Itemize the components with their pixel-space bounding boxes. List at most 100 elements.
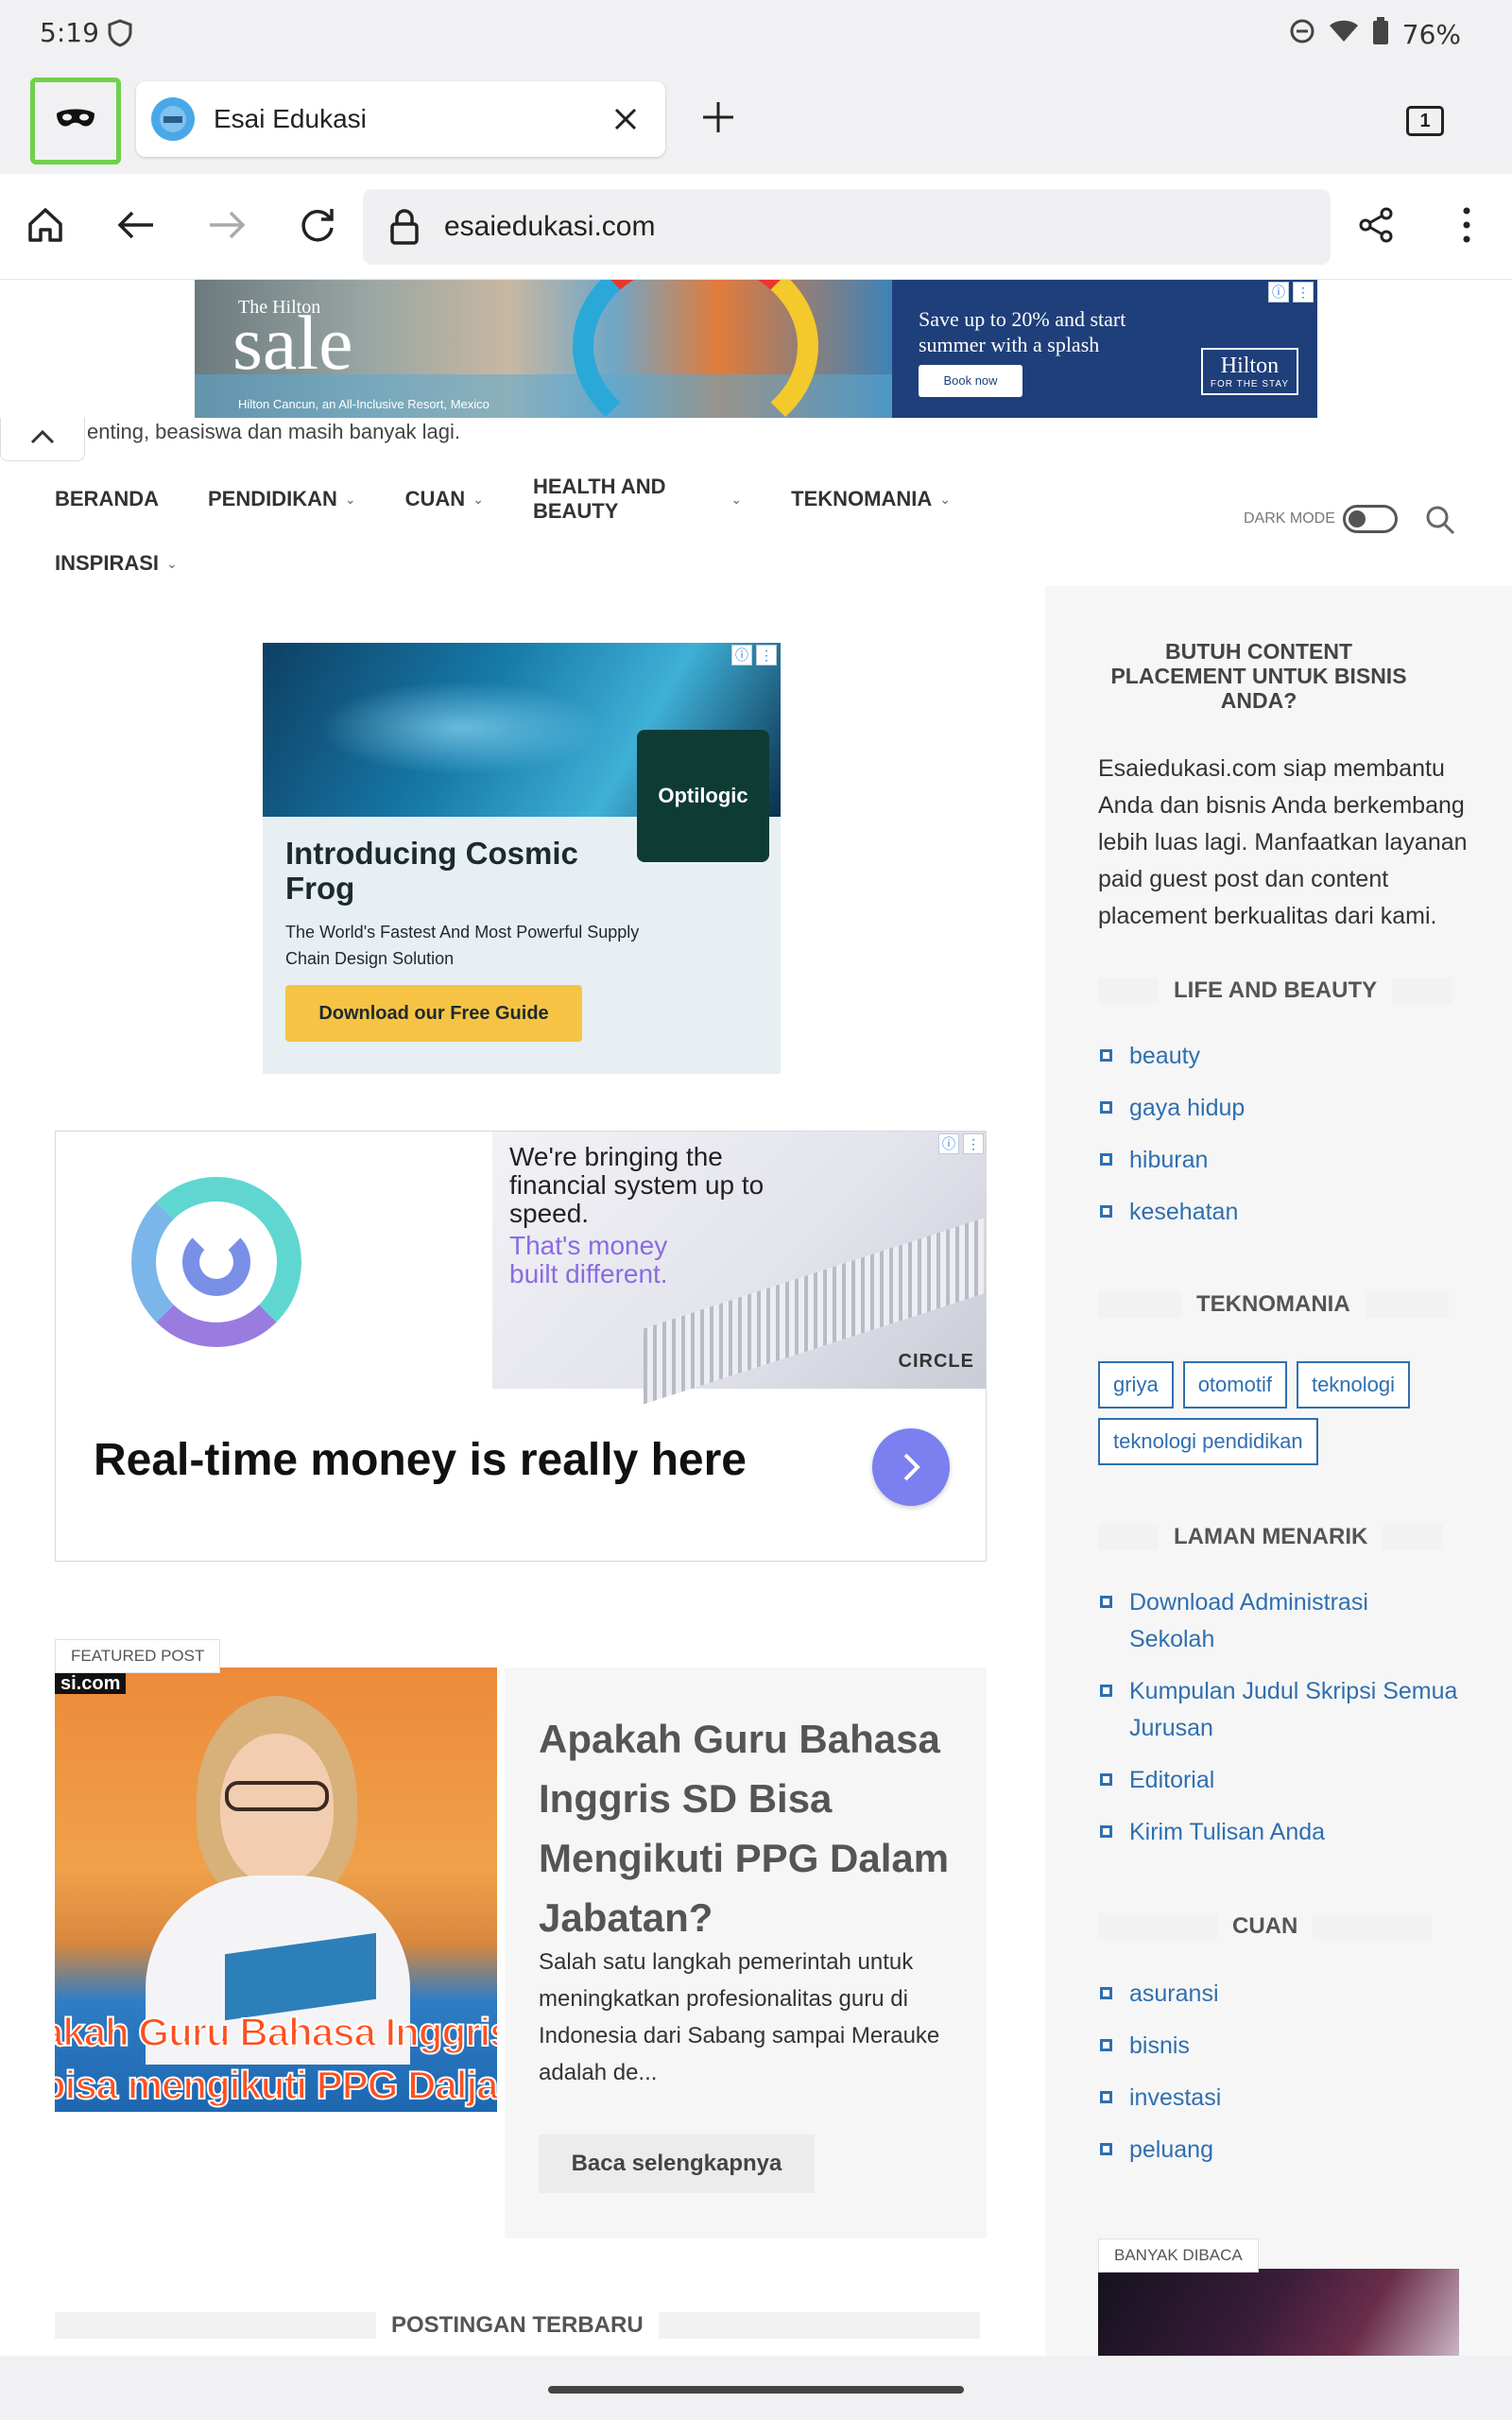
site-favicon-icon bbox=[151, 97, 195, 141]
ad-menu-icon[interactable]: ⋮ bbox=[756, 645, 777, 666]
ad-frog-headline: Introducing Cosmic Frog bbox=[285, 836, 578, 906]
main-navigation: BERANDA PENDIDIKAN ⌄ CUAN ⌄ HEALTH AND BEAUTY… bbox=[55, 467, 1000, 596]
sidebar-link[interactable]: Editorial bbox=[1100, 1762, 1459, 1799]
download-guide-button[interactable]: Download our Free Guide bbox=[285, 985, 582, 1042]
info-icon[interactable]: ⓘ bbox=[938, 1133, 959, 1154]
square-bullet-icon bbox=[1100, 2143, 1112, 2155]
ad-circle-copy: We're bringing the financial system up t… bbox=[509, 1142, 765, 1228]
featured-title[interactable]: Apakah Guru Bahasa Inggris SD Bisa Mengi… bbox=[539, 1709, 954, 1947]
info-icon[interactable]: ⓘ bbox=[731, 645, 752, 666]
menu-button[interactable] bbox=[1438, 199, 1495, 255]
cuan-title: CUAN bbox=[1232, 1913, 1298, 1939]
hilton-banner-ad[interactable]: The Hilton sale Hilton Cancun, an All-In… bbox=[195, 280, 1317, 418]
optilogic-ad[interactable]: Optilogic Introducing Cosmic Frog The Wo… bbox=[263, 643, 781, 1074]
nav-item-label: BERANDA bbox=[55, 487, 159, 510]
sidebar-link[interactable]: beauty bbox=[1100, 1038, 1459, 1075]
chevron-up-icon bbox=[29, 429, 56, 449]
info-icon[interactable]: ⓘ bbox=[1268, 282, 1289, 302]
nav-item[interactable]: TEKNOMANIA ⌄ bbox=[791, 487, 951, 511]
square-bullet-icon bbox=[1100, 1205, 1112, 1218]
private-mode-button[interactable] bbox=[30, 78, 121, 164]
ad-choices[interactable]: ⓘ ⋮ bbox=[938, 1133, 984, 1154]
chevron-down-icon: ⌄ bbox=[166, 555, 178, 571]
ad-go-button[interactable] bbox=[872, 1428, 950, 1506]
teknomania-title: TEKNOMANIA bbox=[1196, 1291, 1350, 1317]
private-mask-icon bbox=[55, 108, 96, 135]
sidebar-link[interactable]: gaya hidup bbox=[1100, 1090, 1459, 1127]
sidebar-link[interactable]: bisnis bbox=[1100, 2028, 1459, 2065]
featured-thumbnail[interactable]: si.com akah Guru Bahasa Inggris bisa men… bbox=[55, 1668, 497, 2112]
sidebar-link[interactable]: Kirim Tulisan Anda bbox=[1100, 1814, 1459, 1851]
sidebar-link-label: kesehatan bbox=[1129, 1199, 1239, 1225]
nav-item[interactable]: INSPIRASI ⌄ bbox=[55, 551, 178, 576]
battery-percent: 76% bbox=[1401, 19, 1461, 50]
address-bar[interactable]: esaiedukasi.com bbox=[363, 189, 1331, 265]
share-button[interactable] bbox=[1348, 199, 1404, 255]
tag-chip[interactable]: teknologi bbox=[1296, 1361, 1411, 1409]
teknomania-heading: TEKNOMANIA bbox=[1098, 1291, 1449, 1318]
ad-menu-icon[interactable]: ⋮ bbox=[963, 1133, 984, 1154]
plus-icon bbox=[701, 100, 735, 139]
search-icon bbox=[1425, 505, 1455, 540]
search-button[interactable] bbox=[1421, 503, 1459, 541]
sidebar-link[interactable]: Download Administrasi Sekolah bbox=[1100, 1584, 1459, 1658]
book-now-button[interactable]: Book now bbox=[919, 365, 1022, 397]
square-bullet-icon bbox=[1100, 1773, 1112, 1786]
close-tab-icon[interactable] bbox=[597, 91, 654, 147]
promo-title: BUTUH CONTENT PLACEMENT UNTUK BISNIS AND… bbox=[1110, 639, 1407, 713]
reload-button[interactable] bbox=[289, 199, 346, 255]
collapse-ad-button[interactable] bbox=[0, 418, 85, 461]
ad-choices[interactable]: ⓘ ⋮ bbox=[1268, 282, 1314, 302]
circle-ad[interactable]: We're bringing the financial system up t… bbox=[55, 1131, 987, 1562]
square-bullet-icon bbox=[1100, 1825, 1112, 1838]
tab-strip: Esai Edukasi 1 bbox=[0, 68, 1512, 174]
dark-mode-switch[interactable] bbox=[1342, 505, 1398, 533]
sidebar-link[interactable]: asuransi bbox=[1100, 1976, 1459, 2013]
hilton-logo: Hilton FOR THE STAY bbox=[1200, 348, 1298, 395]
dark-mode-toggle[interactable]: DARK MODE bbox=[1244, 505, 1398, 533]
nav-item[interactable]: PENDIDIKAN ⌄ bbox=[208, 487, 356, 511]
arrow-left-icon bbox=[117, 208, 155, 247]
nav-item[interactable]: HEALTH AND BEAUTY ⌄ bbox=[533, 475, 742, 524]
tag-chip[interactable]: otomotif bbox=[1182, 1361, 1287, 1409]
featured-body: Apakah Guru Bahasa Inggris SD Bisa Mengi… bbox=[505, 1668, 987, 2238]
ad-waterslide-shape bbox=[573, 280, 818, 418]
back-button[interactable] bbox=[108, 199, 164, 255]
ad-menu-icon[interactable]: ⋮ bbox=[1293, 282, 1314, 302]
sidebar-link-label: Kumpulan Judul Skripsi Semua Jurusan bbox=[1129, 1678, 1458, 1741]
sidebar-link[interactable]: kesehatan bbox=[1100, 1194, 1459, 1231]
ad-choices[interactable]: ⓘ ⋮ bbox=[731, 645, 777, 666]
sidebar-link[interactable]: peluang bbox=[1100, 2132, 1459, 2169]
gesture-bar bbox=[0, 2356, 1512, 2420]
nav-item-label: CUAN bbox=[404, 487, 466, 510]
share-icon bbox=[1356, 205, 1396, 250]
tab-count-button[interactable]: 1 bbox=[1406, 106, 1444, 136]
popular-thumbnail[interactable] bbox=[1098, 2269, 1459, 2356]
sidebar-link[interactable]: hiburan bbox=[1100, 1142, 1459, 1179]
arrow-right-icon bbox=[208, 208, 246, 247]
forward-button[interactable] bbox=[198, 199, 255, 255]
promo-text: Esaiedukasi.com siap membantu Anda dan b… bbox=[1098, 755, 1468, 929]
home-button[interactable] bbox=[17, 199, 74, 255]
browser-tab[interactable]: Esai Edukasi bbox=[136, 81, 665, 157]
nav-item[interactable]: CUAN ⌄ bbox=[405, 487, 484, 511]
new-tab-button[interactable] bbox=[690, 91, 747, 147]
cuan-list: asuransi bisnis investasi peluang bbox=[1100, 1976, 1459, 2184]
sidebar-link[interactable]: investasi bbox=[1100, 2080, 1459, 2117]
lock-icon[interactable] bbox=[384, 206, 425, 248]
laman-title: LAMAN MENARIK bbox=[1174, 1524, 1368, 1549]
tag-chip[interactable]: teknologi pendidikan bbox=[1098, 1418, 1318, 1465]
ad-photo: The Hilton sale Hilton Cancun, an All-In… bbox=[195, 280, 892, 418]
home-gesture-handle[interactable] bbox=[548, 2386, 964, 2394]
sidebar-link[interactable]: Kumpulan Judul Skripsi Semua Jurusan bbox=[1100, 1673, 1459, 1747]
sidebar-link-label: beauty bbox=[1129, 1043, 1201, 1069]
dnd-icon bbox=[1289, 18, 1315, 51]
square-bullet-icon bbox=[1100, 1685, 1112, 1697]
ad-circle-headline: Real-time money is really here bbox=[94, 1435, 747, 1485]
ad-sale-big: sale bbox=[232, 300, 353, 386]
read-more-button[interactable]: Baca selengkapnya bbox=[539, 2135, 815, 2193]
tag-chip[interactable]: griya bbox=[1098, 1361, 1174, 1409]
nav-item[interactable]: BERANDA bbox=[55, 487, 159, 511]
browser-toolbar: esaiedukasi.com bbox=[0, 174, 1512, 280]
sidebar-link-label: asuransi bbox=[1129, 1980, 1219, 2007]
